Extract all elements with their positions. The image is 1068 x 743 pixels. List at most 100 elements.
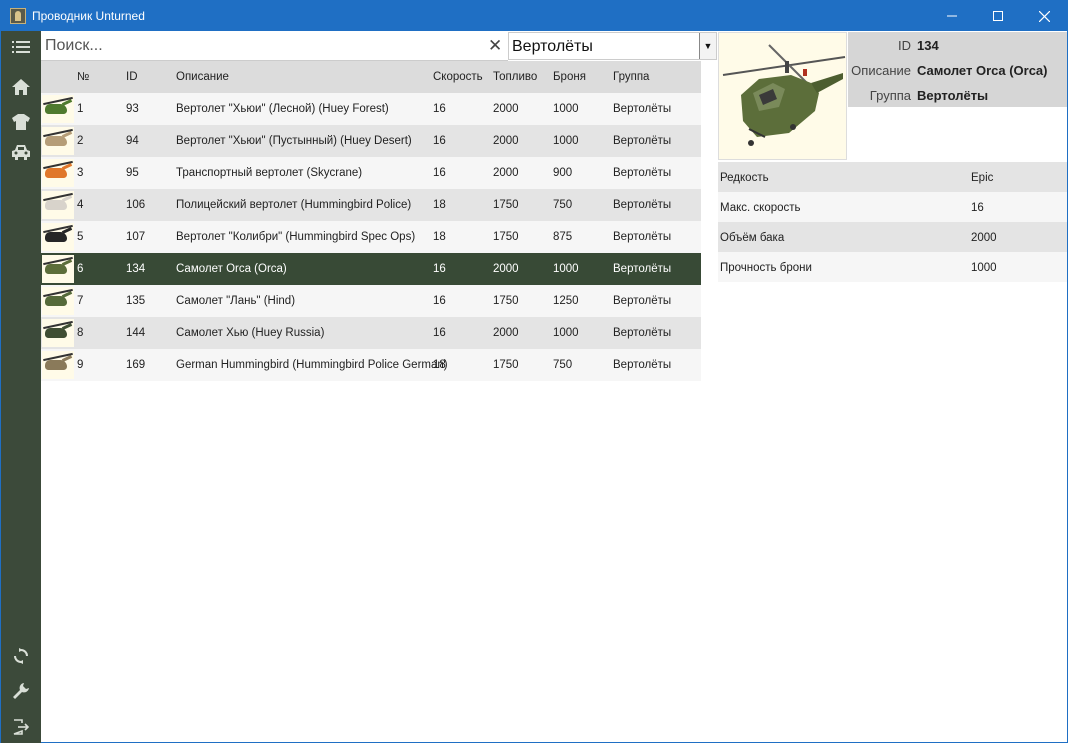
cell-fuel: 1750 bbox=[493, 295, 519, 307]
info-desc-value: Самолет Orca (Orca) bbox=[917, 63, 1048, 78]
minimize-button[interactable] bbox=[929, 1, 975, 31]
table-row[interactable]: 6 134 Самолет Orca (Orca) 16 2000 1000 Вертолё… bbox=[41, 253, 701, 285]
property-row: Макс. скорость 16 bbox=[718, 192, 1067, 222]
cell-n: 5 bbox=[77, 231, 84, 243]
cell-armor: 1000 bbox=[553, 103, 579, 115]
cell-speed: 16 bbox=[433, 135, 446, 147]
maximize-icon bbox=[993, 11, 1003, 21]
cell-armor: 1250 bbox=[553, 295, 579, 307]
cell-fuel: 1750 bbox=[493, 231, 519, 243]
clear-search-icon[interactable]: ✕ bbox=[488, 36, 502, 56]
table-body: 1 93 Вертолет "Хьюи" (Лесной) (Huey Forest… bbox=[41, 93, 701, 381]
cell-group: Вертолёты bbox=[613, 199, 672, 211]
vehicle-info: ID 134 Описание Самолет Orca (Orca) Груп… bbox=[848, 32, 1067, 161]
group-filter-value: Вертолёты bbox=[512, 38, 593, 55]
vehicles-table: № ID Описание Скорость Топливо Броня Гру… bbox=[41, 61, 701, 381]
cell-id: 135 bbox=[126, 295, 146, 307]
helicopter-thumbnail-icon bbox=[42, 95, 74, 123]
info-row-group: Группа Вертолёты bbox=[848, 82, 1067, 107]
group-filter-select[interactable]: Вертолёты ▼ bbox=[508, 32, 717, 60]
header-number[interactable]: № bbox=[77, 71, 89, 83]
cell-armor: 1000 bbox=[553, 135, 579, 147]
header-speed[interactable]: Скорость bbox=[433, 71, 483, 83]
cell-desc: Вертолет "Хьюи" (Лесной) (Huey Forest) bbox=[176, 103, 389, 115]
cell-desc: Самолет Хью (Huey Russia) bbox=[176, 327, 325, 339]
table-row[interactable]: 5 107 Вертолет "Колибри" (Hummingbird Spec… bbox=[41, 221, 701, 253]
cell-n: 6 bbox=[77, 263, 84, 275]
header-fuel[interactable]: Топливо bbox=[493, 71, 537, 83]
helicopter-thumbnail-icon bbox=[42, 287, 74, 315]
table-row[interactable]: 8 144 Самолет Хью (Huey Russia) 16 2000 1000 В… bbox=[41, 317, 701, 349]
search-input[interactable] bbox=[45, 36, 475, 56]
cell-armor: 900 bbox=[553, 167, 573, 179]
property-value: 2000 bbox=[971, 232, 997, 244]
sidebar-item-menu[interactable] bbox=[9, 35, 33, 59]
cell-fuel: 2000 bbox=[493, 263, 519, 275]
list-icon bbox=[12, 41, 30, 53]
info-id-label: ID bbox=[898, 38, 911, 53]
cell-id: 106 bbox=[126, 199, 146, 211]
cell-group: Вертолёты bbox=[613, 135, 672, 147]
header-id[interactable]: ID bbox=[126, 71, 138, 83]
app-window: Проводник Unturned Поиск... ✕ Вертолёты … bbox=[0, 0, 1068, 743]
property-name: Редкость bbox=[720, 172, 769, 184]
cell-id: 169 bbox=[126, 359, 146, 371]
minimize-icon bbox=[947, 15, 957, 17]
info-group-label: Группа bbox=[869, 88, 911, 103]
table-row[interactable]: 4 106 Полицейский вертолет (Hummingbird Po… bbox=[41, 189, 701, 221]
header-description[interactable]: Описание bbox=[176, 71, 229, 83]
header-armor[interactable]: Броня bbox=[553, 71, 586, 83]
cell-n: 8 bbox=[77, 327, 84, 339]
table-row[interactable]: 2 94 Вертолет "Хьюи" (Пустынный) (Huey Des… bbox=[41, 125, 701, 157]
property-name: Прочность брони bbox=[720, 262, 812, 274]
info-desc-label: Описание bbox=[851, 63, 911, 78]
cell-group: Вертолёты bbox=[613, 263, 672, 275]
cell-fuel: 2000 bbox=[493, 327, 519, 339]
close-icon bbox=[1038, 10, 1050, 22]
cell-id: 95 bbox=[126, 167, 139, 179]
property-name: Макс. скорость bbox=[720, 202, 801, 214]
cell-id: 134 bbox=[126, 263, 146, 275]
car-icon bbox=[12, 144, 30, 160]
cell-group: Вертолёты bbox=[613, 327, 672, 339]
maximize-button[interactable] bbox=[975, 1, 1021, 31]
helicopter-thumbnail-icon bbox=[42, 159, 74, 187]
window-title: Проводник Unturned bbox=[32, 9, 145, 23]
table-row[interactable]: 9 169 German Hummingbird (Hummingbird Poli… bbox=[41, 349, 701, 381]
cell-armor: 750 bbox=[553, 359, 573, 371]
info-group-value: Вертолёты bbox=[917, 88, 989, 103]
sidebar-item-home[interactable] bbox=[9, 75, 33, 99]
cell-group: Вертолёты bbox=[613, 295, 672, 307]
table-row[interactable]: 3 95 Транспортный вертолет (Skycrane) 16 200… bbox=[41, 157, 701, 189]
cell-n: 3 bbox=[77, 167, 84, 179]
chevron-down-icon[interactable]: ▼ bbox=[699, 33, 716, 59]
cell-fuel: 2000 bbox=[493, 135, 519, 147]
cell-fuel: 1750 bbox=[493, 199, 519, 211]
property-value: Epic bbox=[971, 172, 994, 184]
sidebar-item-sync[interactable] bbox=[9, 644, 33, 668]
property-row: Редкость Epic bbox=[718, 162, 1067, 192]
helicopter-thumbnail-icon bbox=[42, 319, 74, 347]
helicopter-thumbnail-icon bbox=[42, 351, 74, 379]
cell-armor: 875 bbox=[553, 231, 573, 243]
cell-speed: 16 bbox=[433, 327, 446, 339]
close-button[interactable] bbox=[1021, 1, 1067, 31]
sidebar-item-settings[interactable] bbox=[9, 679, 33, 703]
table-row[interactable]: 1 93 Вертолет "Хьюи" (Лесной) (Huey Forest… bbox=[41, 93, 701, 125]
cell-speed: 16 bbox=[433, 103, 446, 115]
property-name: Объём бака bbox=[720, 232, 785, 244]
title-bar: Проводник Unturned bbox=[1, 1, 1067, 31]
info-id-value: 134 bbox=[917, 38, 939, 53]
cell-desc: Самолет Orca (Orca) bbox=[176, 263, 287, 275]
cell-fuel: 2000 bbox=[493, 103, 519, 115]
exit-icon bbox=[13, 719, 29, 735]
sidebar-item-clothing[interactable] bbox=[9, 110, 33, 134]
sidebar-item-vehicles[interactable] bbox=[9, 140, 33, 164]
table-row[interactable]: 7 135 Самолет "Лань" (Hind) 16 1750 1250 Верто… bbox=[41, 285, 701, 317]
cell-speed: 16 bbox=[433, 263, 446, 275]
header-group[interactable]: Группа bbox=[613, 71, 649, 83]
cell-n: 1 bbox=[77, 103, 84, 115]
search-box: ✕ bbox=[41, 31, 508, 61]
cell-id: 144 bbox=[126, 327, 146, 339]
sidebar-item-exit[interactable] bbox=[9, 715, 33, 739]
